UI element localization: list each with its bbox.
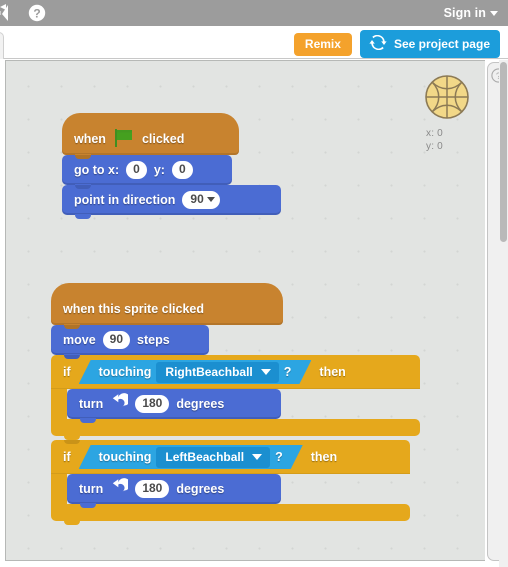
if-body-left: turn 180 degrees	[51, 474, 420, 508]
if-left-arm	[51, 474, 67, 504]
turn-label: turn	[79, 482, 104, 496]
turn-degrees-input[interactable]: 180	[135, 480, 170, 498]
go-to-y-input[interactable]: 0	[171, 161, 193, 179]
if-slot-left[interactable]: turn 180 degrees	[67, 474, 281, 508]
menu-bar-left-group: ?	[0, 3, 46, 23]
go-to-x-label: go to x:	[74, 163, 120, 177]
go-to-x-input[interactable]: 0	[126, 161, 147, 179]
then-label: then	[310, 450, 338, 464]
chevron-down-icon	[261, 369, 271, 375]
steps-label: steps	[137, 333, 170, 347]
go-to-xy-block[interactable]: go to x: 0 y: 0	[62, 155, 232, 189]
turn-counterclockwise-block[interactable]: turn 180 degrees	[67, 389, 281, 423]
script-workspace-canvas[interactable]: x: 0 y: 0 when clicked go to x: 0 y: 0 p…	[5, 60, 485, 561]
touching-target-value: RightBeachball	[165, 364, 253, 379]
if-slot-right[interactable]: turn 180 degrees	[67, 389, 281, 423]
when-green-flag-clicked-block[interactable]: when clicked	[62, 113, 239, 159]
sprite-y-value: 0	[437, 141, 443, 152]
menu-bar-right-group: Sign in	[444, 6, 508, 20]
touching-target-value: LeftBeachball	[165, 449, 245, 464]
vertical-scrollbar[interactable]	[499, 60, 508, 567]
script-sprite-clicked[interactable]: when this sprite clicked move 90 steps i…	[51, 283, 420, 525]
touching-label: touching	[98, 365, 152, 379]
touching-sensing-block[interactable]: touching LeftBeachball ?	[79, 445, 303, 469]
touching-label: touching	[98, 450, 152, 464]
touching-target-dropdown[interactable]: LeftBeachball	[156, 447, 270, 468]
if-label: if	[63, 365, 71, 379]
then-label: then	[319, 365, 346, 379]
chevron-down-icon	[206, 197, 215, 202]
if-label: if	[63, 450, 71, 464]
sprite-x-value: 0	[437, 128, 443, 139]
degrees-label: degrees	[176, 397, 225, 411]
move-label: move	[63, 333, 96, 347]
direction-value: 90	[190, 192, 204, 206]
sprite-info-panel: x: 0 y: 0	[416, 73, 478, 153]
sign-in-label: Sign in	[443, 6, 486, 20]
when-this-sprite-clicked-label: when this sprite clicked	[63, 302, 205, 316]
chevron-down-icon	[252, 454, 262, 460]
green-flag-icon	[109, 128, 139, 151]
when-label: when	[74, 132, 106, 146]
turn-ccw-icon	[106, 478, 131, 500]
top-menu-bar: ? Sign in	[0, 0, 508, 26]
if-left-arm	[51, 389, 67, 419]
point-in-direction-label: point in direction	[74, 193, 176, 207]
if-touching-right-then-block[interactable]: if touching RightBeachball ? then turn 1…	[51, 355, 420, 440]
move-steps-block[interactable]: move 90 steps	[51, 325, 209, 359]
see-project-page-button[interactable]: See project page	[359, 30, 500, 58]
when-this-sprite-clicked-block[interactable]: when this sprite clicked	[51, 283, 283, 329]
turn-ccw-icon	[106, 393, 131, 415]
project-sub-bar: Remix See project page	[0, 26, 508, 59]
script-green-flag[interactable]: when clicked go to x: 0 y: 0 point in di…	[62, 113, 281, 219]
scrollbar-thumb[interactable]	[500, 62, 507, 242]
tab-scripts[interactable]	[0, 32, 4, 59]
sprite-x-label: x:	[426, 128, 435, 139]
point-in-direction-block[interactable]: point in direction 90	[62, 185, 281, 219]
svg-text:?: ?	[33, 6, 40, 20]
refresh-loop-icon	[368, 34, 388, 52]
if-header-left[interactable]: if touching LeftBeachball ? then	[51, 440, 410, 474]
basketball-sprite-icon	[416, 73, 478, 121]
sprite-y-label: y:	[426, 141, 435, 152]
if-touching-left-then-block[interactable]: if touching LeftBeachball ? then turn 18…	[51, 440, 420, 525]
move-steps-input[interactable]: 90	[102, 331, 131, 349]
turn-degrees-input[interactable]: 180	[135, 395, 170, 413]
remix-button[interactable]: Remix	[293, 32, 352, 56]
question-mark-label: ?	[275, 450, 283, 464]
if-foot-right	[51, 419, 420, 440]
turn-counterclockwise-block[interactable]: turn 180 degrees	[67, 474, 281, 508]
chevron-down-icon	[490, 10, 498, 16]
help-icon[interactable]: ?	[28, 4, 46, 22]
direction-dropdown[interactable]: 90	[182, 191, 220, 209]
degrees-label: degrees	[176, 482, 225, 496]
scratch-logo-icon[interactable]	[0, 3, 20, 23]
sign-in-menu[interactable]: Sign in	[444, 6, 498, 20]
turn-label: turn	[79, 397, 104, 411]
if-foot-left	[51, 504, 410, 525]
clicked-label: clicked	[141, 132, 185, 146]
project-actions-group: Remix See project page	[293, 30, 500, 58]
tab-strip	[0, 31, 4, 59]
touching-target-dropdown[interactable]: RightBeachball	[156, 362, 278, 383]
see-project-page-label: See project page	[393, 36, 490, 51]
question-mark-label: ?	[283, 365, 292, 379]
sprite-coordinates: x: 0 y: 0	[416, 127, 478, 153]
if-body-right: turn 180 degrees	[51, 389, 420, 423]
go-to-y-label: y:	[153, 163, 165, 177]
touching-sensing-block[interactable]: touching RightBeachball ?	[79, 360, 312, 384]
if-header-right[interactable]: if touching RightBeachball ? then	[51, 355, 420, 389]
